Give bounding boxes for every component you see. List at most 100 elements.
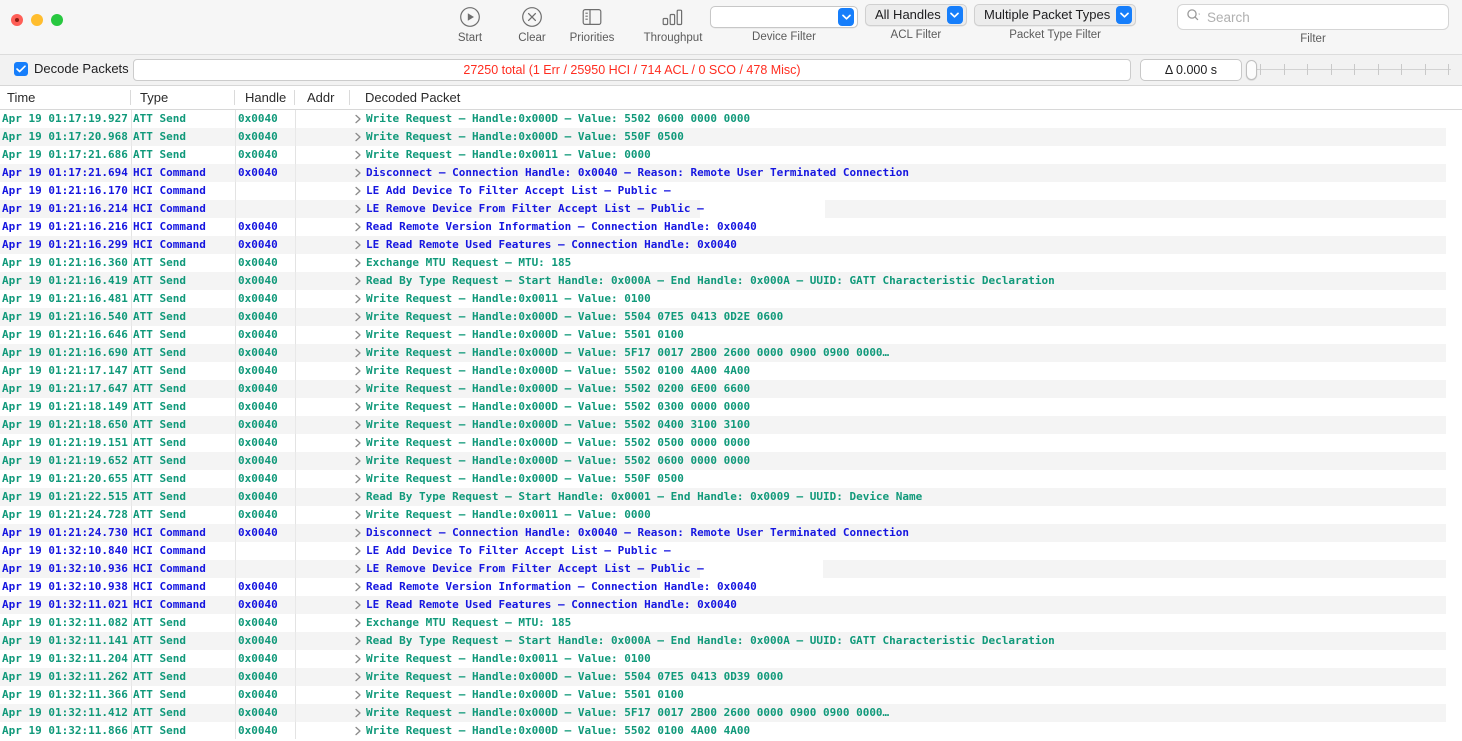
disclosure-triangle-icon[interactable] [354, 596, 362, 614]
disclosure-triangle-icon[interactable] [354, 146, 362, 164]
table-row[interactable]: Apr 19 01:32:10.938 HCI Command 0x0040 Read… [0, 578, 1462, 596]
table-row[interactable]: Apr 19 01:32:11.021 HCI Command 0x0040 LE R… [0, 596, 1462, 614]
column-header-decoded-packet[interactable]: Decoded Packet [358, 86, 1462, 109]
cell-handle: 0x0040 [238, 220, 278, 233]
table-row[interactable]: Apr 19 01:32:11.204 ATT Send 0x0040 Write R… [0, 650, 1462, 668]
table-row[interactable]: Apr 19 01:32:11.141 ATT Send 0x0040 Read By… [0, 632, 1462, 650]
table-row[interactable]: Apr 19 01:21:24.728 ATT Send 0x0040 Write R… [0, 506, 1462, 524]
table-row[interactable]: Apr 19 01:17:19.927 ATT Send 0x0040 Write R… [0, 110, 1462, 128]
disclosure-triangle-icon[interactable] [354, 560, 362, 578]
priorities-button[interactable]: Priorities [564, 4, 620, 44]
table-row[interactable]: Apr 19 01:32:10.840 HCI Command LE Add Dev… [0, 542, 1462, 560]
table-row[interactable]: Apr 19 01:32:11.412 ATT Send 0x0040 Write R… [0, 704, 1462, 722]
disclosure-triangle-icon[interactable] [354, 362, 362, 380]
decode-packets-checkbox[interactable]: Decode Packets [14, 61, 129, 76]
disclosure-triangle-icon[interactable] [354, 218, 362, 236]
disclosure-triangle-icon[interactable] [354, 452, 362, 470]
table-row[interactable]: Apr 19 01:21:17.647 ATT Send 0x0040 Write R… [0, 380, 1462, 398]
clear-button[interactable]: Clear [504, 4, 560, 44]
table-row[interactable]: Apr 19 01:21:16.646 ATT Send 0x0040 Write R… [0, 326, 1462, 344]
table-row[interactable]: Apr 19 01:21:16.299 HCI Command 0x0040 LE R… [0, 236, 1462, 254]
table-row[interactable]: Apr 19 01:17:21.686 ATT Send 0x0040 Write R… [0, 146, 1462, 164]
device-filter-combo[interactable] [710, 6, 858, 28]
table-row[interactable]: Apr 19 01:21:20.655 ATT Send 0x0040 Write R… [0, 470, 1462, 488]
chevron-down-icon[interactable] [946, 6, 963, 24]
disclosure-triangle-icon[interactable] [354, 686, 362, 704]
column-divider[interactable] [294, 90, 295, 105]
time-slider[interactable] [1246, 59, 1451, 81]
acl-filter-popup[interactable]: All Handles [865, 4, 967, 26]
table-row[interactable]: Apr 19 01:21:16.540 ATT Send 0x0040 Write R… [0, 308, 1462, 326]
disclosure-triangle-icon[interactable] [354, 398, 362, 416]
search-input[interactable]: Search [1177, 4, 1449, 30]
disclosure-triangle-icon[interactable] [354, 416, 362, 434]
column-header-addr[interactable]: Addr [300, 86, 348, 109]
disclosure-triangle-icon[interactable] [354, 182, 362, 200]
column-divider[interactable] [130, 90, 131, 105]
disclosure-triangle-icon[interactable] [354, 488, 362, 506]
column-header-type[interactable]: Type [133, 86, 233, 109]
table-row[interactable]: Apr 19 01:32:10.936 HCI Command LE Remove … [0, 560, 1462, 578]
table-row[interactable]: Apr 19 01:21:19.652 ATT Send 0x0040 Write R… [0, 452, 1462, 470]
start-button[interactable]: Start [442, 4, 498, 44]
disclosure-triangle-icon[interactable] [354, 524, 362, 542]
table-row[interactable]: Apr 19 01:21:16.216 HCI Command 0x0040 Read… [0, 218, 1462, 236]
table-row[interactable]: Apr 19 01:17:20.968 ATT Send 0x0040 Write R… [0, 128, 1462, 146]
disclosure-triangle-icon[interactable] [354, 632, 362, 650]
table-row[interactable]: Apr 19 01:21:19.151 ATT Send 0x0040 Write R… [0, 434, 1462, 452]
disclosure-triangle-icon[interactable] [354, 380, 362, 398]
disclosure-triangle-icon[interactable] [354, 578, 362, 596]
slider-thumb[interactable] [1246, 60, 1257, 80]
table-row[interactable]: Apr 19 01:21:16.481 ATT Send 0x0040 Write R… [0, 290, 1462, 308]
table-row[interactable]: Apr 19 01:21:16.214 HCI Command LE Remove … [0, 200, 1462, 218]
column-divider[interactable] [349, 90, 350, 105]
disclosure-triangle-icon[interactable] [354, 470, 362, 488]
disclosure-triangle-icon[interactable] [354, 704, 362, 722]
disclosure-triangle-icon[interactable] [354, 344, 362, 362]
disclosure-triangle-icon[interactable] [354, 614, 362, 632]
disclosure-triangle-icon[interactable] [354, 110, 362, 128]
throughput-button[interactable]: Throughput [634, 4, 712, 44]
disclosure-triangle-icon[interactable] [354, 128, 362, 146]
disclosure-triangle-icon[interactable] [354, 290, 362, 308]
disclosure-triangle-icon[interactable] [354, 506, 362, 524]
table-row[interactable]: Apr 19 01:21:16.170 HCI Command LE Add Dev… [0, 182, 1462, 200]
table-row[interactable]: Apr 19 01:32:11.262 ATT Send 0x0040 Write R… [0, 668, 1462, 686]
column-divider[interactable] [234, 90, 235, 105]
table-row[interactable]: Apr 19 01:21:24.730 HCI Command 0x0040 Disc… [0, 524, 1462, 542]
table-row[interactable]: Apr 19 01:21:17.147 ATT Send 0x0040 Write R… [0, 362, 1462, 380]
disclosure-triangle-icon[interactable] [354, 254, 362, 272]
table-row[interactable]: Apr 19 01:21:16.690 ATT Send 0x0040 Write R… [0, 344, 1462, 362]
disclosure-triangle-icon[interactable] [354, 164, 362, 182]
packet-type-filter-popup[interactable]: Multiple Packet Types [974, 4, 1137, 26]
delta-time-field[interactable]: Δ 0.000 s [1140, 59, 1242, 81]
disclosure-triangle-icon[interactable] [354, 326, 362, 344]
table-row[interactable]: Apr 19 01:17:21.694 HCI Command 0x0040 Disc… [0, 164, 1462, 182]
column-header-time[interactable]: Time [0, 86, 130, 109]
maximize-button[interactable] [51, 14, 63, 26]
disclosure-triangle-icon[interactable] [354, 272, 362, 290]
table-row[interactable]: Apr 19 01:32:11.082 ATT Send 0x0040 Exchang… [0, 614, 1462, 632]
disclosure-triangle-icon[interactable] [354, 650, 362, 668]
disclosure-triangle-icon[interactable] [354, 722, 362, 739]
table-row[interactable]: Apr 19 01:32:11.366 ATT Send 0x0040 Write R… [0, 686, 1462, 704]
minimize-button[interactable] [31, 14, 43, 26]
table-row[interactable]: Apr 19 01:21:16.419 ATT Send 0x0040 Read By… [0, 272, 1462, 290]
disclosure-triangle-icon[interactable] [354, 542, 362, 560]
table-row[interactable]: Apr 19 01:21:22.515 ATT Send 0x0040 Read By… [0, 488, 1462, 506]
disclosure-triangle-icon[interactable] [354, 668, 362, 686]
chevron-down-icon[interactable] [1116, 6, 1133, 24]
disclosure-triangle-icon[interactable] [354, 308, 362, 326]
table-row[interactable]: Apr 19 01:32:11.866 ATT Send 0x0040 Write R… [0, 722, 1462, 739]
table-row[interactable]: Apr 19 01:21:18.149 ATT Send 0x0040 Write R… [0, 398, 1462, 416]
column-header-handle[interactable]: Handle [238, 86, 293, 109]
close-button[interactable] [11, 14, 23, 26]
chevron-down-icon[interactable] [838, 8, 854, 26]
disclosure-triangle-icon[interactable] [354, 236, 362, 254]
disclosure-triangle-icon[interactable] [354, 434, 362, 452]
table-row[interactable]: Apr 19 01:21:18.650 ATT Send 0x0040 Write R… [0, 416, 1462, 434]
packet-table[interactable]: Apr 19 01:17:19.927 ATT Send 0x0040 Write R… [0, 110, 1462, 739]
cell-divider [131, 452, 132, 470]
table-row[interactable]: Apr 19 01:21:16.360 ATT Send 0x0040 Exchang… [0, 254, 1462, 272]
disclosure-triangle-icon[interactable] [354, 200, 362, 218]
